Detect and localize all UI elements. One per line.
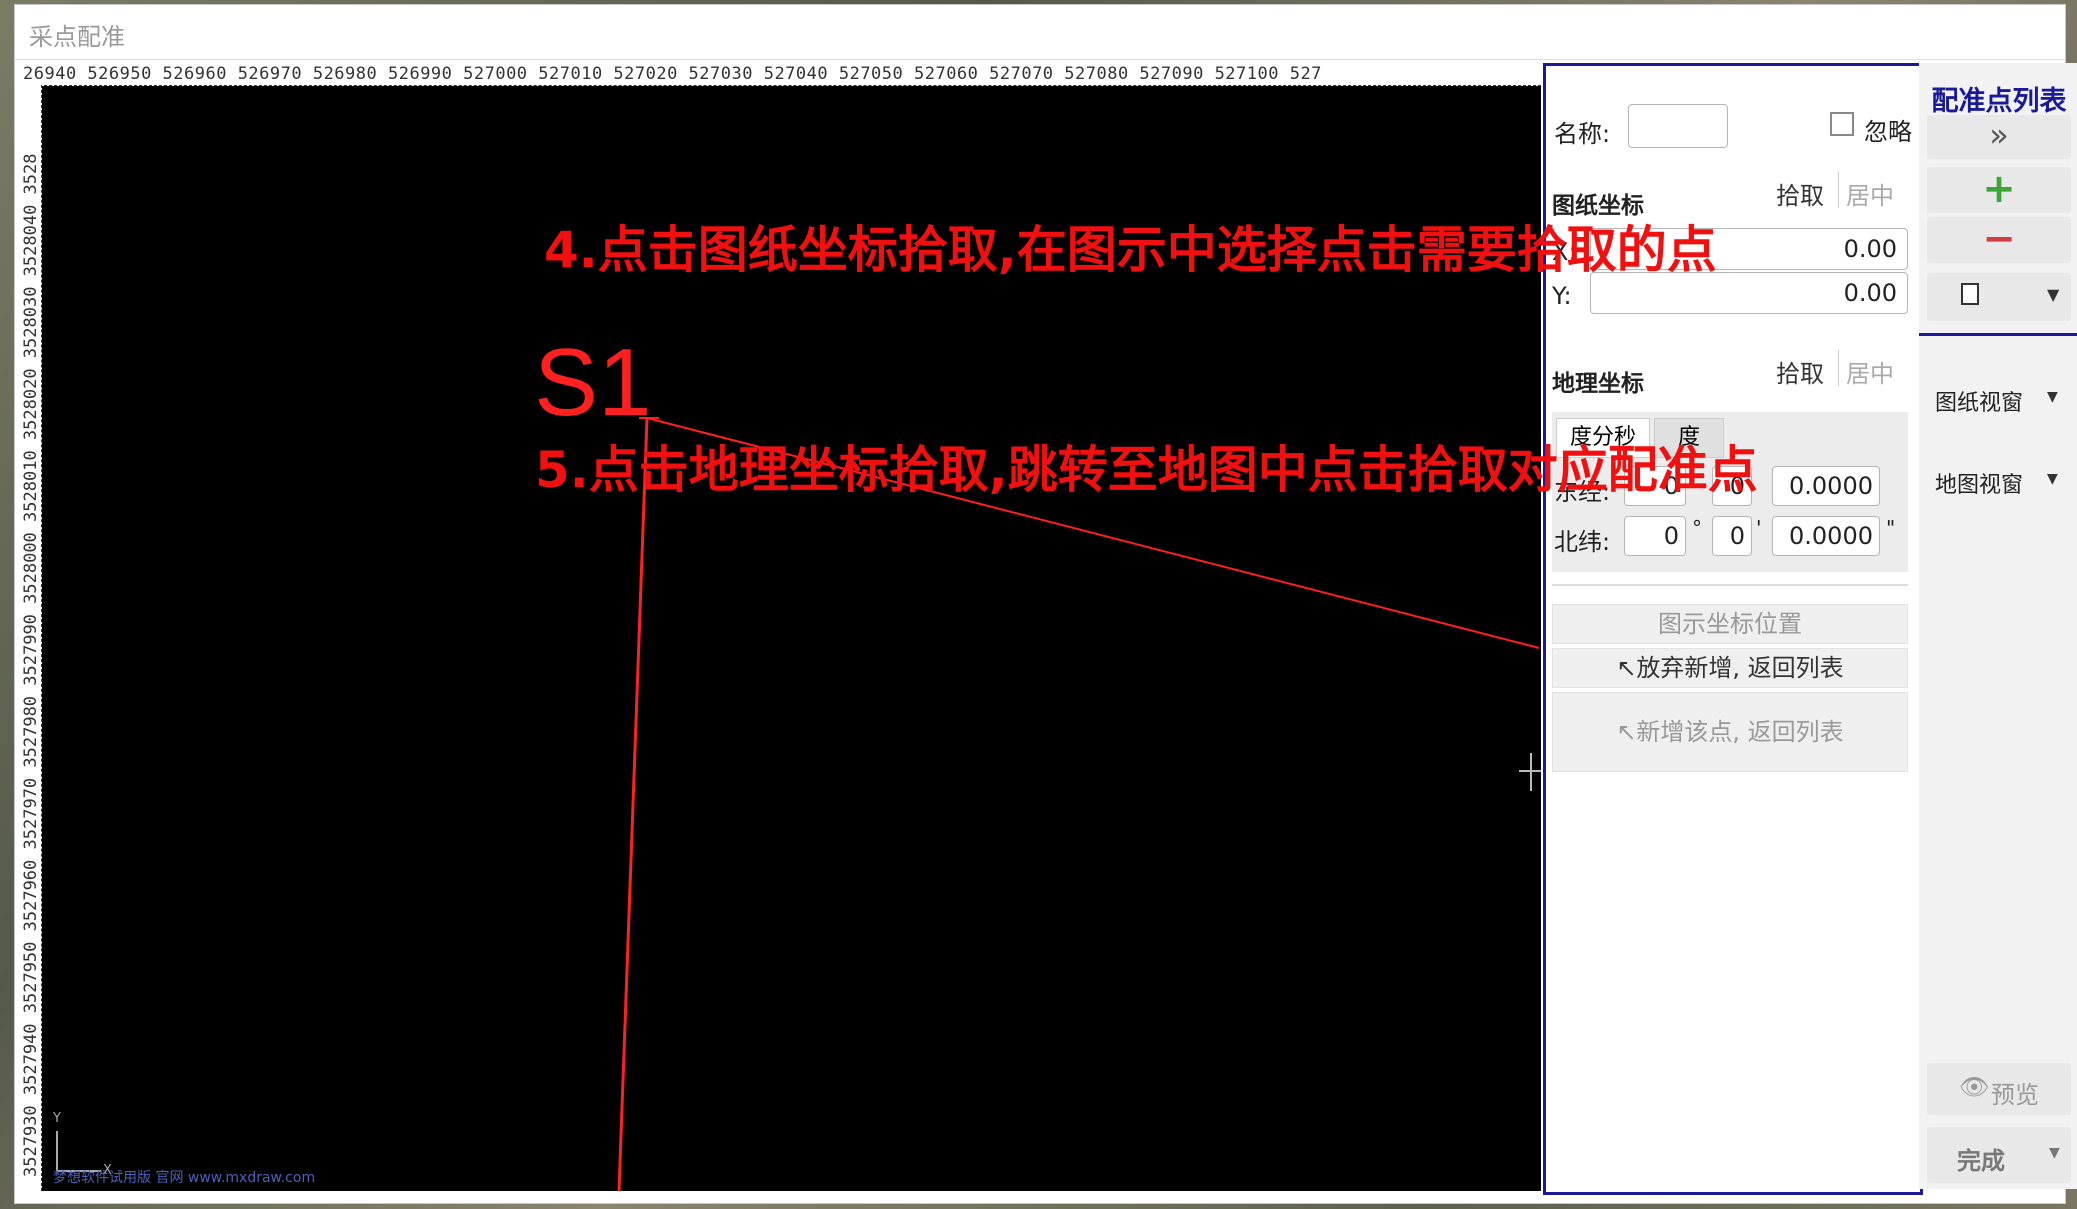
name-input[interactable]	[1628, 104, 1728, 148]
finish-button[interactable]: 完成 ▼	[1927, 1127, 2071, 1183]
annotation-step4: 4.点击图纸坐标拾取,在图示中选择点击需要拾取的点	[544, 221, 1717, 279]
deg-mark: °	[1692, 516, 1702, 540]
point-label-s1: S1	[534, 329, 652, 436]
watermark: 梦想软件试用版 官网 www.mxdraw.com	[53, 1170, 316, 1186]
divider	[1838, 172, 1839, 208]
lat-deg-value: 0	[1663, 522, 1679, 550]
lon-sec-input[interactable]: 0.0000	[1772, 466, 1880, 506]
y-label: Y:	[1552, 282, 1572, 310]
lat-min-value: 0	[1729, 522, 1745, 550]
chevron-down-icon: ▼	[2049, 1145, 2060, 1161]
map-view-select[interactable]: 地图视窗	[1935, 467, 2023, 499]
point-list-panel: 配准点列表 » + − ▼ 图纸视窗 ▼ 地图视窗 ▼ 👁 预览 完成 ▼	[1919, 63, 2077, 1189]
paper-view-select[interactable]: 图纸视窗	[1935, 385, 2023, 417]
ruler-top-labels: 26940 526950 526960 526970 526980 526990…	[23, 64, 1322, 84]
list-title: 配准点列表	[1931, 86, 2067, 117]
lat-min-input[interactable]: 0	[1712, 516, 1752, 556]
ignore-checkbox[interactable]	[1830, 112, 1854, 136]
preview-label: 预览	[1991, 1081, 2039, 1109]
lat-sec-input[interactable]: 0.0000	[1772, 516, 1880, 556]
name-label: 名称:	[1554, 120, 1611, 148]
paper-pick-button[interactable]: 拾取	[1776, 176, 1824, 211]
lat-label: 北纬:	[1554, 528, 1611, 556]
chevron-down-icon[interactable]: ▼	[2047, 471, 2058, 487]
chevron-down-icon: ▼	[2047, 285, 2060, 304]
copy-dropdown[interactable]: ▼	[1927, 273, 2071, 321]
boundary-line-vertical	[617, 417, 649, 1191]
locate-button[interactable]: 图示坐标位置	[1552, 604, 1908, 644]
divider	[1838, 350, 1839, 386]
sec-mark: "	[1886, 516, 1896, 540]
geo-pick-button[interactable]: 拾取	[1776, 354, 1824, 389]
lon-sec-value: 0.0000	[1789, 472, 1873, 500]
copy-icon	[1961, 283, 1979, 305]
list-divider	[1919, 333, 2077, 336]
paper-center-button[interactable]: 居中	[1846, 176, 1894, 211]
remove-icon[interactable]: −	[1927, 217, 2071, 263]
window-title: 采点配准	[29, 23, 125, 51]
lat-sec-value: 0.0000	[1789, 522, 1873, 550]
ruler-left-labels: 3527930 3527940 3527950 3527960 3527970 …	[21, 153, 41, 1178]
preview-button[interactable]: 👁 预览	[1927, 1063, 2071, 1115]
add-icon[interactable]: +	[1927, 167, 2071, 213]
y-value: 0.00	[1843, 279, 1897, 307]
add-point-button[interactable]: ↖新增该点, 返回列表	[1552, 692, 1908, 772]
annotation-step5: 5.点击地理坐标拾取,跳转至地图中点击拾取对应配准点	[535, 441, 1758, 499]
title-bar: 采点配准	[15, 5, 2065, 60]
finish-label: 完成	[1957, 1147, 2005, 1175]
divider	[1552, 584, 1908, 586]
discard-button[interactable]: ↖放弃新增, 返回列表	[1552, 648, 1908, 688]
chevron-down-icon[interactable]: ▼	[2047, 389, 2058, 405]
geo-center-button[interactable]: 居中	[1846, 354, 1894, 389]
ignore-label: 忽略	[1864, 118, 1912, 146]
expand-icon[interactable]: »	[1927, 115, 2071, 159]
ruler-left: 3527930 3527940 3527950 3527960 3527970 …	[19, 85, 42, 1191]
x-value: 0.00	[1843, 235, 1897, 263]
axis-y-label: Y	[53, 1111, 61, 1126]
registration-dialog: 采点配准 26940 526950 526960 526970 526980 5…	[14, 4, 2077, 1204]
lat-deg-input[interactable]: 0	[1624, 516, 1686, 556]
ruler-top: 26940 526950 526960 526970 526980 526990…	[19, 63, 1541, 86]
eye-icon: 👁	[1959, 1073, 1990, 1101]
geo-coord-heading: 地理坐标	[1552, 371, 1644, 397]
min-mark: '	[1756, 516, 1762, 540]
